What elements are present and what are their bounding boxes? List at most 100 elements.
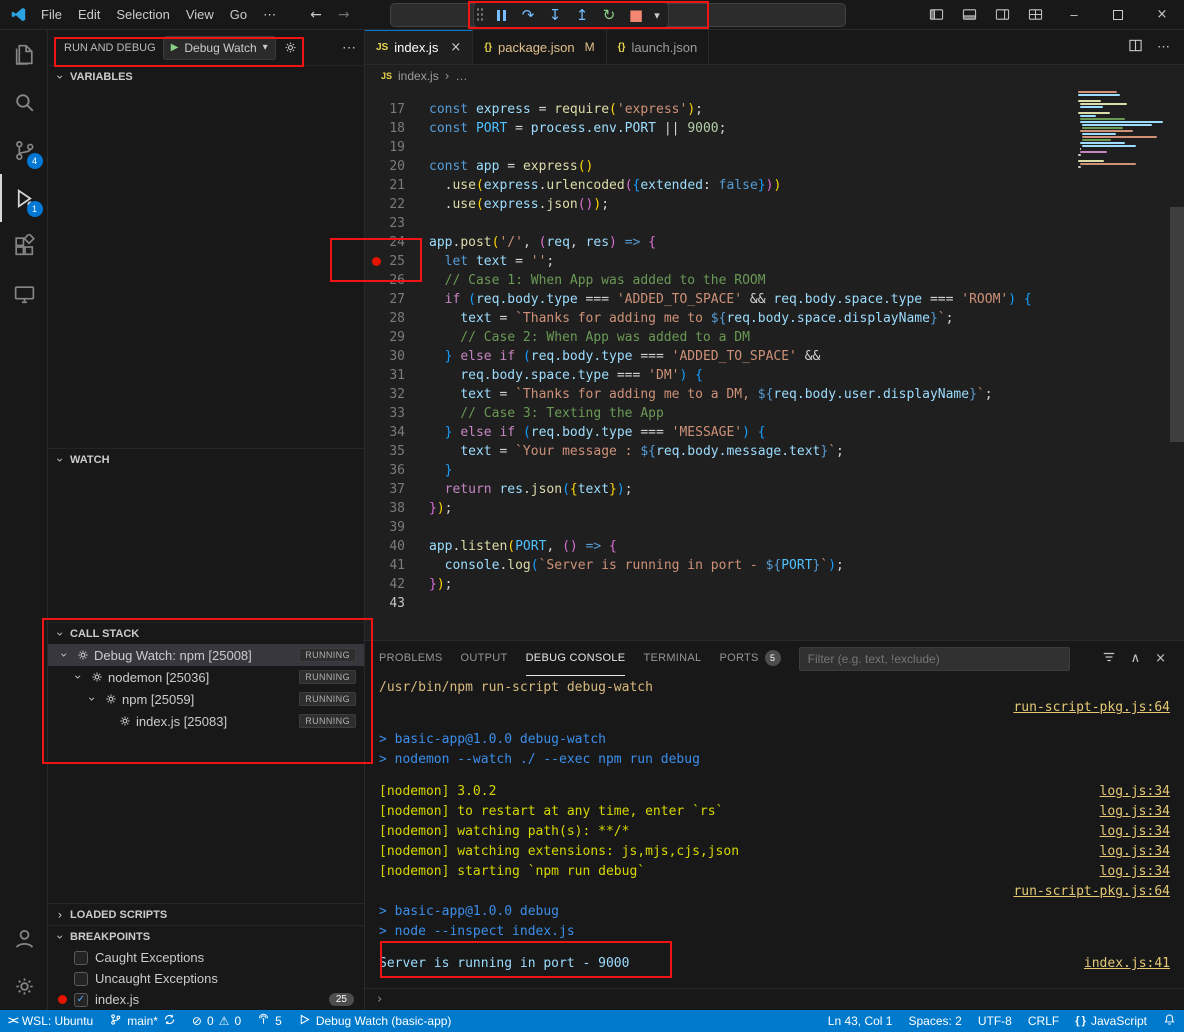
debug-config-picker[interactable]: ▶ Debug Watch ▾ bbox=[163, 36, 276, 60]
tab-launch-json[interactable]: {}launch.json bbox=[607, 30, 710, 64]
gutter[interactable]: 42 bbox=[365, 575, 429, 594]
console-source-link[interactable]: log.js:34 bbox=[1080, 782, 1170, 802]
toolbar-grip-icon[interactable] bbox=[476, 7, 484, 23]
maximize-panel-icon[interactable]: ∧ bbox=[1131, 651, 1141, 666]
gutter[interactable]: 17 bbox=[365, 100, 429, 119]
variables-header[interactable]: › VARIABLES bbox=[48, 65, 364, 87]
panel-tab-problems[interactable]: PROBLEMS bbox=[379, 641, 443, 676]
debug-pause-button[interactable] bbox=[488, 4, 514, 26]
gutter[interactable]: 32 bbox=[365, 385, 429, 404]
debug-stop-button[interactable]: ■ bbox=[623, 4, 649, 26]
language-indicator[interactable]: { } JavaScript bbox=[1067, 1010, 1155, 1032]
breakpoint-checkbox[interactable] bbox=[74, 972, 88, 986]
sync-icon[interactable] bbox=[163, 1013, 176, 1029]
cursor-position[interactable]: Ln 43, Col 1 bbox=[820, 1010, 901, 1032]
menu-file[interactable]: File bbox=[33, 3, 70, 27]
gutter[interactable]: 43 bbox=[365, 594, 429, 613]
menu-more[interactable]: ⋯ bbox=[255, 3, 284, 27]
tab-package-json[interactable]: {}package.jsonM bbox=[473, 30, 606, 64]
gutter[interactable]: 31 bbox=[365, 366, 429, 385]
tab-index-js[interactable]: JSindex.js× bbox=[365, 30, 473, 64]
gutter[interactable]: 22 bbox=[365, 195, 429, 214]
editor-scrollbar[interactable] bbox=[1170, 207, 1184, 442]
panel-tab-debug-console[interactable]: DEBUG CONSOLE bbox=[526, 641, 626, 676]
panel-tab-output[interactable]: OUTPUT bbox=[461, 641, 508, 676]
gutter[interactable]: 25 bbox=[365, 252, 429, 271]
breadcrumb-file[interactable]: index.js bbox=[398, 69, 439, 83]
loaded-scripts-header[interactable]: › LOADED SCRIPTS bbox=[48, 903, 364, 925]
toggle-panel-icon[interactable] bbox=[953, 7, 986, 22]
gutter[interactable]: 38 bbox=[365, 499, 429, 518]
activity-extensions[interactable] bbox=[0, 222, 48, 270]
console-source-link[interactable]: index.js:41 bbox=[1064, 954, 1170, 974]
watch-header[interactable]: › WATCH bbox=[48, 448, 364, 470]
call-stack-header[interactable]: › CALL STACK bbox=[48, 622, 364, 644]
chevron-down-icon[interactable]: › bbox=[85, 691, 99, 707]
gutter[interactable]: 35 bbox=[365, 442, 429, 461]
activity-accounts[interactable] bbox=[0, 914, 48, 962]
ports-indicator[interactable]: 5 bbox=[249, 1010, 290, 1032]
gutter[interactable]: 29 bbox=[365, 328, 429, 347]
maximize-button[interactable] bbox=[1096, 0, 1140, 30]
filter-lines-icon[interactable] bbox=[1102, 650, 1116, 667]
debug-more-button[interactable]: ▾ bbox=[650, 4, 664, 26]
debug-status[interactable]: Debug Watch (basic-app) bbox=[290, 1010, 460, 1032]
console-source-link[interactable]: log.js:34 bbox=[1080, 802, 1170, 822]
gutter[interactable]: 20 bbox=[365, 157, 429, 176]
close-icon[interactable]: × bbox=[450, 40, 461, 55]
gutter[interactable]: 26 bbox=[365, 271, 429, 290]
eol-indicator[interactable]: CRLF bbox=[1020, 1010, 1067, 1032]
breakpoint-row[interactable]: ✓index.js25 bbox=[48, 989, 364, 1010]
breakpoint-icon[interactable] bbox=[372, 257, 381, 266]
activity-run-debug[interactable]: 1 bbox=[0, 174, 48, 222]
console-source-link[interactable]: run-script-pkg.js:64 bbox=[993, 882, 1170, 902]
minimize-button[interactable]: – bbox=[1052, 0, 1096, 30]
debug-console-input[interactable]: › bbox=[365, 988, 1184, 1010]
problems-indicator[interactable]: ⊘ 0 ⚠ 0 bbox=[184, 1010, 249, 1032]
breakpoints-header[interactable]: › BREAKPOINTS bbox=[48, 925, 364, 947]
code-editor[interactable]: 17const express = require('express');18c… bbox=[365, 87, 1184, 640]
panel-tab-terminal[interactable]: TERMINAL bbox=[643, 641, 701, 676]
gutter[interactable]: 27 bbox=[365, 290, 429, 309]
debug-settings-gear-icon[interactable] bbox=[283, 40, 298, 55]
indentation-indicator[interactable]: Spaces: 2 bbox=[900, 1010, 969, 1032]
back-button[interactable]: ← bbox=[310, 7, 322, 23]
editor-more-actions-icon[interactable]: ⋯ bbox=[1157, 39, 1170, 55]
breadcrumb[interactable]: JS index.js › … bbox=[365, 65, 1184, 87]
breadcrumb-more[interactable]: … bbox=[456, 69, 468, 83]
close-button[interactable]: × bbox=[1140, 0, 1184, 30]
menu-selection[interactable]: Selection bbox=[108, 3, 177, 27]
chevron-down-icon[interactable]: › bbox=[71, 669, 85, 685]
branch-indicator[interactable]: main* bbox=[101, 1010, 184, 1032]
views-more-actions-icon[interactable]: ⋯ bbox=[342, 39, 356, 56]
notifications-bell[interactable] bbox=[1155, 1010, 1184, 1032]
console-source-link[interactable]: log.js:34 bbox=[1080, 822, 1170, 842]
menu-edit[interactable]: Edit bbox=[70, 3, 108, 27]
chevron-down-icon[interactable]: › bbox=[57, 647, 71, 663]
panel-tab-ports[interactable]: PORTS5 bbox=[719, 641, 780, 676]
gutter[interactable]: 34 bbox=[365, 423, 429, 442]
minimap[interactable] bbox=[1078, 91, 1168, 172]
activity-source-control[interactable]: 4 bbox=[0, 126, 48, 174]
gutter[interactable]: 19 bbox=[365, 138, 429, 157]
gutter[interactable]: 41 bbox=[365, 556, 429, 575]
gutter[interactable]: 18 bbox=[365, 119, 429, 138]
forward-button[interactable]: → bbox=[338, 7, 350, 23]
breakpoint-row[interactable]: Uncaught Exceptions bbox=[48, 968, 364, 989]
encoding-indicator[interactable]: UTF-8 bbox=[970, 1010, 1020, 1032]
gutter[interactable]: 23 bbox=[365, 214, 429, 233]
activity-remote-explorer[interactable] bbox=[0, 270, 48, 318]
gutter[interactable]: 37 bbox=[365, 480, 429, 499]
console-filter-input[interactable] bbox=[799, 647, 1070, 671]
debug-step-into-button[interactable]: ↧ bbox=[542, 4, 568, 26]
customize-layout-icon[interactable] bbox=[1019, 7, 1052, 22]
close-panel-icon[interactable]: × bbox=[1155, 651, 1166, 666]
call-stack-row[interactable]: ›npm [25059]RUNNING bbox=[48, 688, 364, 710]
call-stack-row[interactable]: index.js [25083]RUNNING bbox=[48, 710, 364, 732]
split-editor-icon[interactable] bbox=[1128, 38, 1143, 56]
menu-view[interactable]: View bbox=[178, 3, 222, 27]
debug-step-over-button[interactable]: ↷ bbox=[515, 4, 541, 26]
debug-step-out-button[interactable]: ↥ bbox=[569, 4, 595, 26]
menu-go[interactable]: Go bbox=[222, 3, 255, 27]
breakpoint-row[interactable]: Caught Exceptions bbox=[48, 947, 364, 968]
